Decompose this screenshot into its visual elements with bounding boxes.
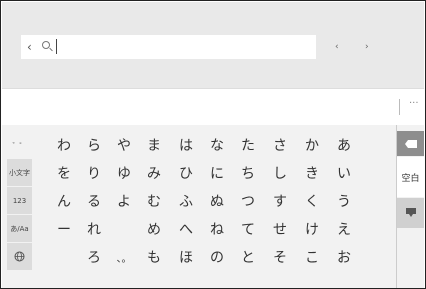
language-key[interactable] bbox=[7, 243, 32, 270]
kana-key[interactable]: わ bbox=[49, 131, 79, 159]
divider bbox=[399, 99, 400, 115]
kana-key[interactable]: し bbox=[265, 159, 295, 187]
kana-key[interactable]: す bbox=[265, 187, 295, 215]
kana-key[interactable]: き bbox=[297, 159, 327, 187]
kana-key[interactable]: あ bbox=[329, 131, 359, 159]
kana-key[interactable]: い bbox=[329, 159, 359, 187]
kana-key[interactable]: へ bbox=[171, 215, 201, 243]
kana-key[interactable]: こ bbox=[297, 243, 327, 271]
kana-key[interactable]: の bbox=[202, 243, 232, 271]
kana-key[interactable]: な bbox=[202, 131, 232, 159]
kana-key[interactable]: ゆ bbox=[109, 159, 139, 187]
backspace-key[interactable] bbox=[397, 131, 424, 156]
kana-key[interactable]: ほ bbox=[171, 243, 201, 271]
empty-key bbox=[49, 243, 79, 271]
kana-key[interactable]: ま bbox=[139, 131, 169, 159]
kana-key[interactable]: ぬ bbox=[202, 187, 232, 215]
kana-key[interactable]: れ bbox=[79, 215, 109, 243]
kana-key[interactable]: る bbox=[79, 187, 109, 215]
kana-key[interactable]: よ bbox=[109, 187, 139, 215]
kana-key[interactable]: め bbox=[139, 215, 169, 243]
kana-key[interactable]: ろ bbox=[79, 243, 109, 271]
kana-key[interactable]: む bbox=[139, 187, 169, 215]
empty-key bbox=[109, 215, 139, 243]
kana-key[interactable]: た bbox=[233, 131, 263, 159]
kana-key[interactable]: は bbox=[171, 131, 201, 159]
small-char-key[interactable]: 小文字 bbox=[7, 159, 32, 186]
kana-key[interactable]: さ bbox=[265, 131, 295, 159]
text-cursor bbox=[56, 39, 57, 54]
kana-alpha-toggle-key[interactable]: あ/Aa bbox=[7, 215, 32, 242]
kana-key[interactable]: 、。 bbox=[109, 243, 139, 271]
kana-key[interactable]: そ bbox=[265, 243, 295, 271]
kana-key[interactable]: り bbox=[79, 159, 109, 187]
kana-key[interactable]: ひ bbox=[171, 159, 201, 187]
kana-key[interactable]: く bbox=[297, 187, 327, 215]
back-button[interactable]: ‹ bbox=[27, 39, 32, 55]
kana-key[interactable]: ら bbox=[79, 131, 109, 159]
kana-key[interactable]: け bbox=[297, 215, 327, 243]
search-input[interactable]: ‹ bbox=[21, 35, 316, 59]
kana-key[interactable]: か bbox=[297, 131, 327, 159]
kana-key[interactable]: み bbox=[139, 159, 169, 187]
search-icon bbox=[42, 41, 50, 49]
number-mode-key[interactable]: 123 bbox=[7, 187, 32, 214]
enter-key[interactable] bbox=[397, 198, 424, 228]
kana-key[interactable]: う bbox=[329, 187, 359, 215]
dakuten-key[interactable]: ゛゜ bbox=[7, 132, 32, 159]
candidate-bar: ··· bbox=[2, 88, 424, 126]
kana-key[interactable]: て bbox=[233, 215, 263, 243]
space-key[interactable]: 空白 bbox=[397, 157, 424, 197]
cursor-right-button[interactable]: › bbox=[365, 42, 369, 52]
screen: ‹ ‹ › ··· ゛゜ 小文字 123 あ/Aa わらやまはなたさかあをりゆみ… bbox=[0, 0, 426, 289]
kana-key[interactable]: お bbox=[329, 243, 359, 271]
kana-key[interactable]: つ bbox=[233, 187, 263, 215]
kana-key[interactable]: え bbox=[329, 215, 359, 243]
kana-key[interactable]: も bbox=[139, 243, 169, 271]
backspace-icon bbox=[404, 139, 417, 148]
cursor-left-button[interactable]: ‹ bbox=[335, 42, 339, 52]
kana-key[interactable]: を bbox=[49, 159, 79, 187]
kana-key[interactable]: ー bbox=[49, 215, 79, 243]
kana-key[interactable]: に bbox=[202, 159, 232, 187]
more-candidates-button[interactable]: ··· bbox=[409, 98, 419, 109]
globe-icon bbox=[14, 251, 25, 262]
kana-key[interactable]: ふ bbox=[171, 187, 201, 215]
kana-key[interactable]: と bbox=[233, 243, 263, 271]
kana-key[interactable]: ね bbox=[202, 215, 232, 243]
kana-key[interactable]: せ bbox=[265, 215, 295, 243]
kana-key[interactable]: ん bbox=[49, 187, 79, 215]
kana-key[interactable]: や bbox=[109, 131, 139, 159]
enter-icon bbox=[405, 208, 416, 217]
search-header: ‹ ‹ › bbox=[2, 2, 424, 88]
kana-key[interactable]: ち bbox=[233, 159, 263, 187]
